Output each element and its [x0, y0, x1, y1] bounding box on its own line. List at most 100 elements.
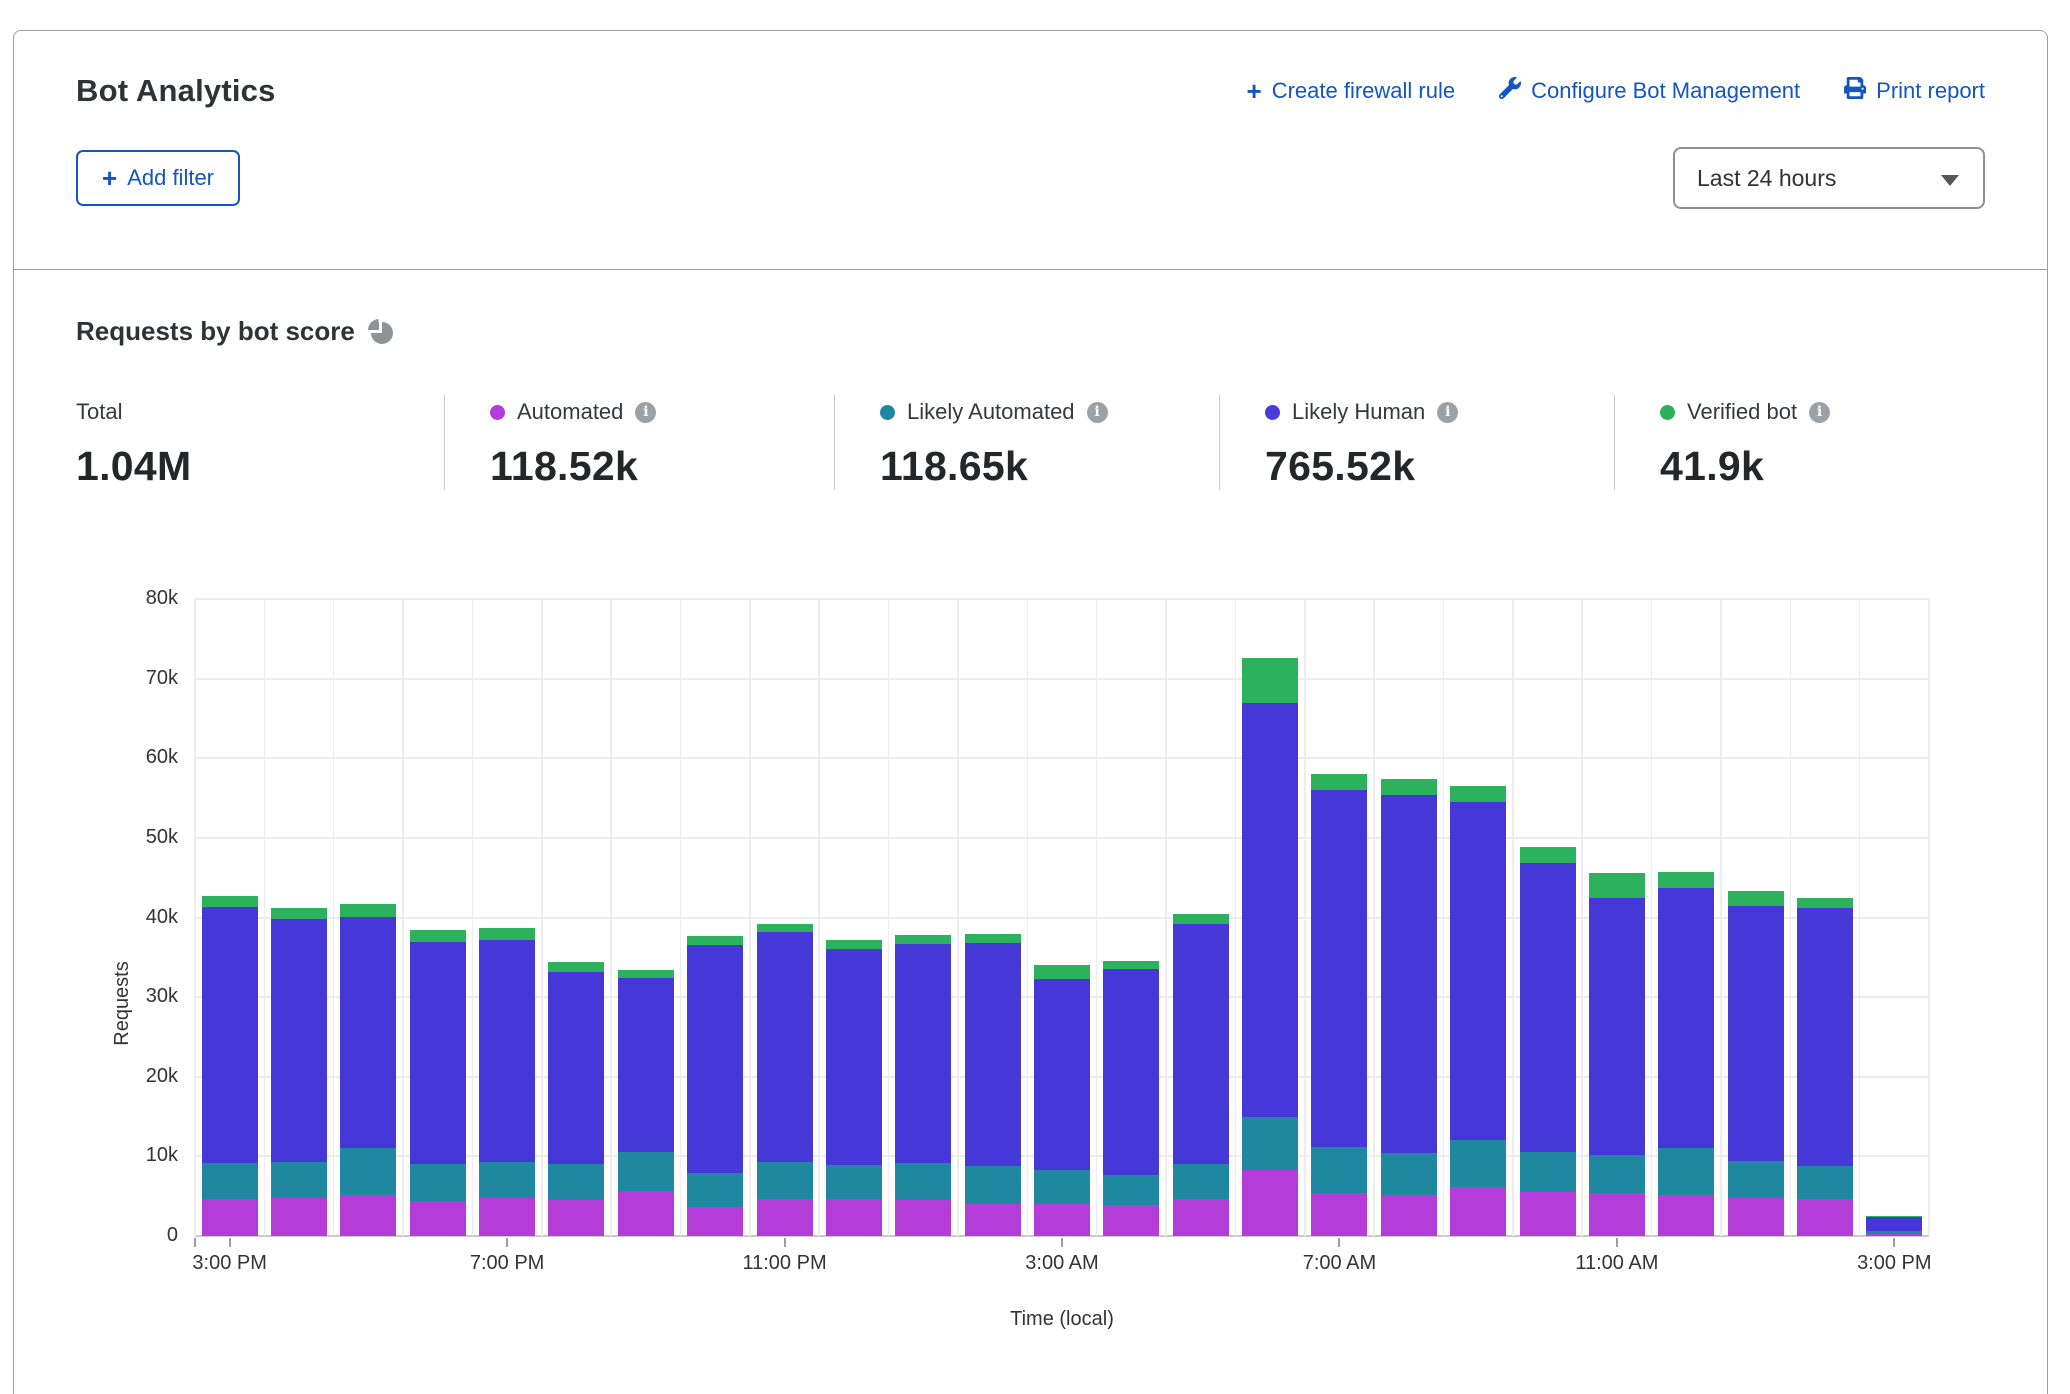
- chart-bar[interactable]: [1866, 1216, 1922, 1236]
- chart-bar[interactable]: [1658, 872, 1714, 1236]
- chart-bar[interactable]: [1103, 961, 1159, 1236]
- print-report-link[interactable]: Print report: [1844, 77, 1985, 105]
- info-icon[interactable]: i: [1809, 402, 1830, 423]
- bar-segment-likely-automated: [410, 1164, 466, 1201]
- bar-segment-likely-human: [410, 942, 466, 1164]
- bar-segment-likely-automated: [548, 1164, 604, 1200]
- chart-bar[interactable]: [1589, 873, 1645, 1236]
- gridline-vertical: [888, 599, 890, 1236]
- configure-bot-management-link[interactable]: Configure Bot Management: [1499, 77, 1800, 105]
- stat-likely-human-label: Likely Human: [1292, 399, 1425, 425]
- chart-bar[interactable]: [1242, 658, 1298, 1236]
- chart-bar[interactable]: [1728, 891, 1784, 1236]
- bar-segment-automated: [1797, 1199, 1853, 1236]
- bar-segment-automated: [1103, 1205, 1159, 1236]
- chart-bar[interactable]: [548, 962, 604, 1236]
- chart-bar[interactable]: [1450, 786, 1506, 1236]
- bar-segment-likely-automated: [202, 1163, 258, 1199]
- chart-bar[interactable]: [1311, 774, 1367, 1236]
- bar-segment-verified-bot: [548, 962, 604, 972]
- x-axis-label: 3:00 AM: [982, 1252, 1142, 1275]
- bar-segment-verified-bot: [1797, 898, 1853, 908]
- bar-segment-likely-human: [548, 972, 604, 1165]
- chart-bar[interactable]: [479, 928, 535, 1236]
- gridline-vertical: [610, 599, 612, 1236]
- gridline-vertical: [541, 599, 543, 1236]
- stat-verified-bot-value: 41.9k: [1660, 443, 1830, 490]
- create-firewall-rule-label: Create firewall rule: [1272, 78, 1455, 104]
- gridline-vertical: [402, 599, 404, 1236]
- stat-likely-automated-label: Likely Automated: [907, 399, 1075, 425]
- chart-bar[interactable]: [687, 936, 743, 1236]
- bar-segment-likely-automated: [1173, 1164, 1229, 1199]
- bar-segment-automated: [1520, 1192, 1576, 1236]
- info-icon[interactable]: i: [1437, 402, 1458, 423]
- x-axis-tick: [1616, 1238, 1618, 1247]
- bar-segment-verified-bot: [618, 970, 674, 978]
- chart-bar[interactable]: [826, 940, 882, 1236]
- chart-bar[interactable]: [1520, 847, 1576, 1236]
- chart-bar[interactable]: [410, 930, 466, 1236]
- chart-bar[interactable]: [271, 908, 327, 1236]
- bar-segment-likely-human: [202, 907, 258, 1163]
- y-axis-label: 50k: [18, 826, 178, 849]
- chart-bar[interactable]: [202, 896, 258, 1236]
- chart-bar[interactable]: [340, 904, 396, 1236]
- bar-segment-likely-human: [687, 945, 743, 1173]
- add-filter-button[interactable]: + Add filter: [76, 150, 240, 206]
- bar-segment-likely-automated: [1658, 1148, 1714, 1195]
- bar-segment-likely-automated: [271, 1162, 327, 1198]
- bar-segment-automated: [410, 1201, 466, 1236]
- chart-bar[interactable]: [1797, 898, 1853, 1236]
- bar-segment-likely-automated: [687, 1173, 743, 1206]
- create-firewall-rule-link[interactable]: + Create firewall rule: [1247, 78, 1456, 104]
- chart-bar[interactable]: [757, 924, 813, 1236]
- bar-segment-automated: [1173, 1199, 1229, 1236]
- wrench-icon: [1499, 77, 1521, 105]
- bar-segment-automated: [1311, 1193, 1367, 1236]
- bar-segment-likely-automated: [1797, 1166, 1853, 1199]
- stat-automated-value: 118.52k: [490, 443, 834, 490]
- bar-segment-likely-automated: [618, 1152, 674, 1192]
- info-icon[interactable]: i: [1087, 402, 1108, 423]
- printer-icon: [1844, 77, 1866, 105]
- bar-segment-likely-human: [826, 949, 882, 1166]
- gridline-vertical: [1790, 599, 1792, 1236]
- chart-bar[interactable]: [1381, 779, 1437, 1236]
- chart-bar[interactable]: [1034, 965, 1090, 1236]
- bar-segment-likely-human: [1728, 906, 1784, 1161]
- bar-segment-verified-bot: [410, 930, 466, 942]
- gridline: [195, 598, 1929, 600]
- bar-segment-likely-human: [1866, 1217, 1922, 1231]
- chart-bar[interactable]: [895, 935, 951, 1236]
- bar-segment-likely-automated: [1728, 1161, 1784, 1198]
- bar-segment-verified-bot: [1311, 774, 1367, 790]
- x-axis-origin-tick: [194, 1238, 196, 1247]
- chart-bar[interactable]: [965, 934, 1021, 1236]
- x-axis-label: 7:00 PM: [427, 1252, 587, 1275]
- likely-human-legend-dot: [1265, 405, 1280, 420]
- bar-segment-automated: [895, 1200, 951, 1236]
- stat-likely-automated-value: 118.65k: [880, 443, 1219, 490]
- chart-bar[interactable]: [1173, 914, 1229, 1236]
- bar-segment-automated: [1242, 1170, 1298, 1236]
- bar-segment-automated: [687, 1207, 743, 1236]
- bar-segment-verified-bot: [479, 928, 535, 940]
- bar-segment-likely-human: [340, 917, 396, 1149]
- gridline-vertical: [1304, 599, 1306, 1236]
- add-filter-label: Add filter: [127, 165, 214, 191]
- bar-segment-likely-human: [965, 943, 1021, 1166]
- bar-segment-automated: [1450, 1187, 1506, 1236]
- chart-bar[interactable]: [618, 970, 674, 1236]
- gridline-vertical: [1651, 599, 1653, 1236]
- x-axis-label: 3:00 PM: [150, 1252, 310, 1275]
- plus-icon: +: [1247, 78, 1262, 104]
- x-axis-label: 11:00 AM: [1537, 1252, 1697, 1275]
- bar-segment-likely-automated: [757, 1162, 813, 1199]
- bar-segment-verified-bot: [757, 924, 813, 932]
- bar-segment-likely-automated: [1242, 1117, 1298, 1170]
- gridline-vertical: [1027, 599, 1029, 1236]
- time-range-select[interactable]: Last 24 hours: [1673, 147, 1985, 209]
- info-icon[interactable]: i: [635, 402, 656, 423]
- gridline-vertical: [1373, 599, 1375, 1236]
